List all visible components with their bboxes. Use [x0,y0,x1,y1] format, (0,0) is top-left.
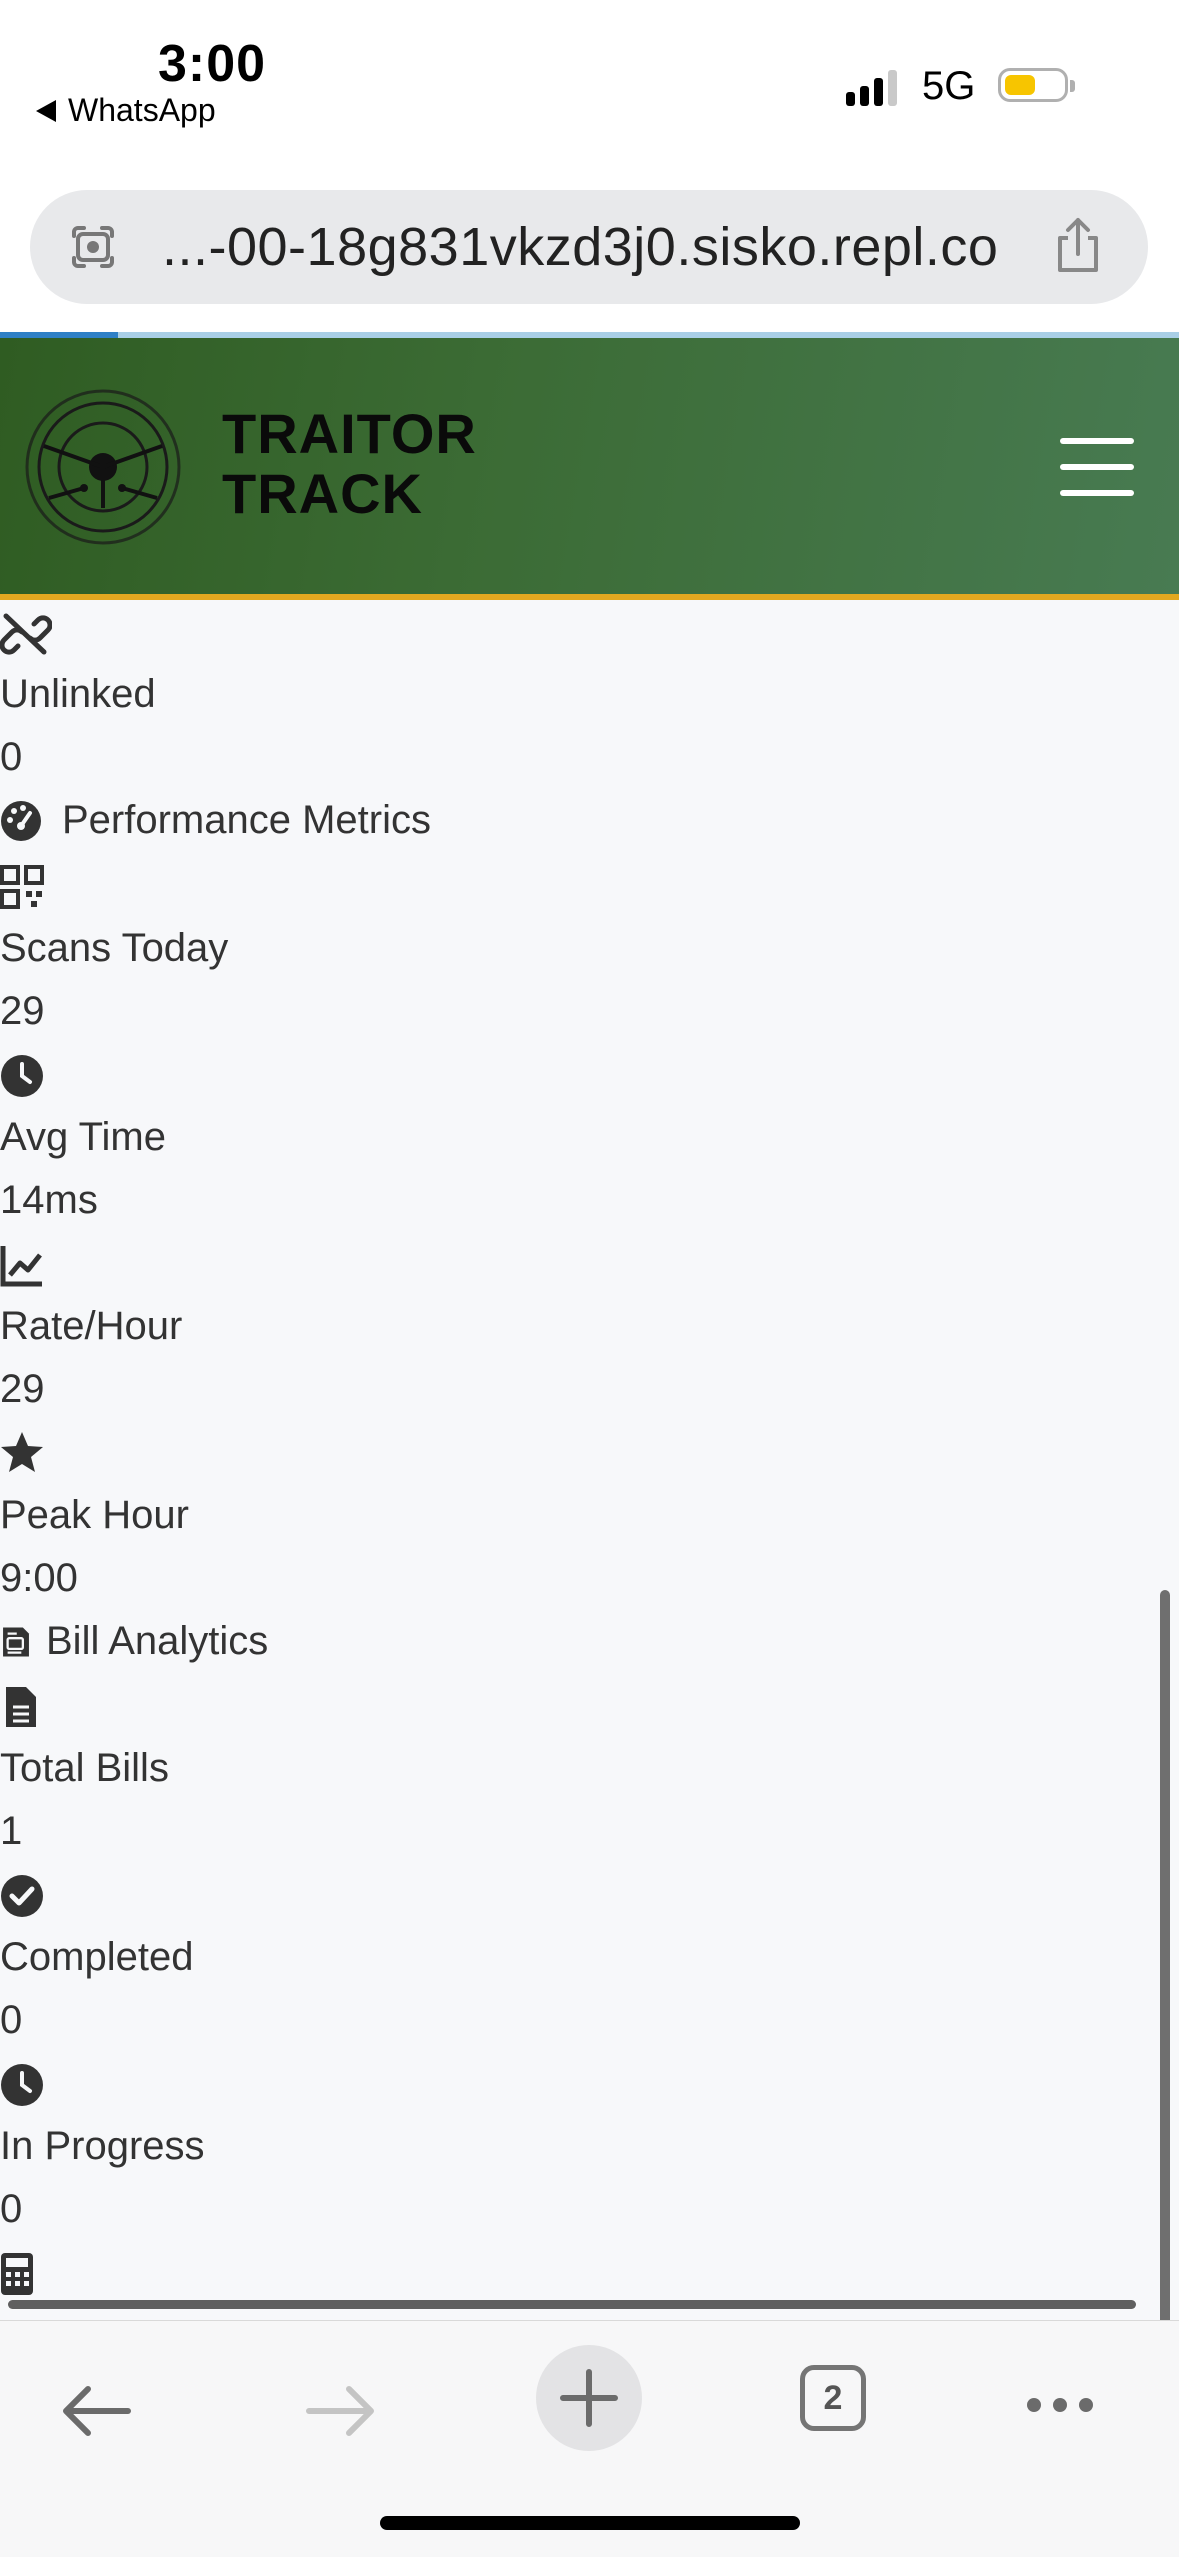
plus-icon [560,2369,618,2427]
battery-icon [998,68,1075,102]
receipt-icon [3,1627,29,1656]
more-options-icon[interactable] [1024,2395,1096,2415]
unlinked-label: Unlinked [0,672,156,716]
visual-search-icon[interactable] [66,220,120,274]
url-text[interactable]: ...-00-18g831vkzd3j0.sisko.repl.co [162,216,998,278]
avg-time-value: 14ms [0,1178,98,1222]
share-icon[interactable] [1050,216,1106,276]
avg-time-label: Avg Time [0,1115,166,1159]
rate-hour-label: Rate/Hour [0,1304,183,1348]
unlink-icon [0,613,52,655]
line-chart-icon [0,1246,42,1287]
status-bar: 3:00 WhatsApp 5G [0,0,1179,180]
clock-icon [1,2064,43,2106]
peak-hour-label: Peak Hour [0,1493,189,1537]
qrcode-icon [0,865,44,909]
unlinked-value: 0 [0,735,23,779]
address-bar[interactable]: ...-00-18g831vkzd3j0.sisko.repl.co [30,190,1148,304]
check-circle-icon [1,1875,43,1917]
hamburger-menu-button[interactable] [1060,438,1134,498]
dashboard-content: Unlinked 0 Performance Metrics Scans Tod… [0,600,1179,2320]
new-tab-button[interactable] [536,2345,642,2451]
in-progress-value: 0 [0,2187,23,2231]
brand-line-1: TRAITOR [222,402,477,465]
tab-switcher-button[interactable]: 2 [800,2365,866,2431]
signal-icon [846,70,897,106]
bill-analytics-label: Bill Analytics [46,1619,269,1663]
peak-hour-value: 9:00 [0,1556,78,1600]
scans-today-label: Scans Today [0,926,229,970]
gauge-icon [1,800,41,841]
network-label: 5G [922,64,976,108]
completed-value: 0 [0,1998,23,2042]
performance-metrics-title: Performance Metrics [0,798,431,843]
vertical-scrollbar[interactable] [1160,1590,1170,2320]
total-bills-value: 1 [0,1809,23,1853]
home-indicator[interactable] [380,2516,800,2530]
in-progress-label: In Progress [0,2124,205,2168]
back-to-app-link[interactable]: WhatsApp [36,92,216,129]
performance-metrics-label: Performance Metrics [62,798,431,842]
steering-wheel-logo-icon[interactable] [24,388,182,546]
brand-line-2: TRACK [222,462,423,525]
forward-arrow-icon[interactable] [305,2383,377,2439]
star-icon [1,1432,43,1472]
back-triangle-icon [36,99,56,122]
completed-label: Completed [0,1935,194,1979]
app-header: TRAITOR TRACK [0,338,1179,600]
bill-analytics-title: Bill Analytics [0,1619,268,1664]
clock-icon [1,1055,43,1097]
total-bills-label: Total Bills [0,1746,169,1790]
status-time: 3:00 [158,35,267,93]
scans-today-value: 29 [0,989,45,1033]
horizontal-scrollbar[interactable] [8,2300,1136,2309]
calculator-icon [1,2253,33,2295]
back-app-label: WhatsApp [68,92,216,128]
brand-name[interactable]: TRAITOR TRACK [222,404,477,524]
file-text-icon [6,1687,36,1727]
back-arrow-icon[interactable] [60,2383,132,2439]
rate-hour-value: 29 [0,1367,45,1411]
